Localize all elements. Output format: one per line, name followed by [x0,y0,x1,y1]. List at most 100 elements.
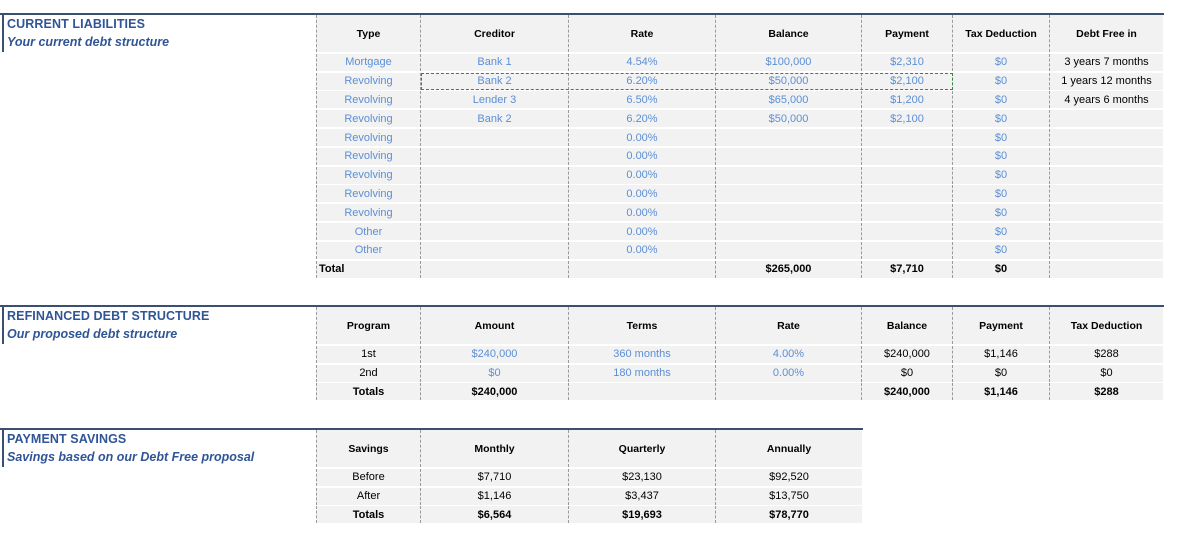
tax-deduction-cell[interactable]: $0 [953,166,1050,184]
total-tax-deduction[interactable]: $288 [1050,383,1163,401]
tax-deduction-cell[interactable]: $0 [953,72,1050,90]
total-payment[interactable]: $1,146 [953,383,1050,401]
debt-free-cell[interactable] [1050,166,1163,184]
balance-cell[interactable] [716,204,862,222]
debt-free-cell[interactable]: 4 years 6 months [1050,91,1163,109]
total-annually[interactable]: $78,770 [716,506,862,524]
type-cell[interactable]: Revolving [316,166,421,184]
balance-cell[interactable] [716,223,862,240]
payment-cell[interactable] [862,204,953,222]
type-cell[interactable]: Revolving [316,204,421,222]
rate-cell[interactable]: 4.54% [569,53,716,71]
payment-cell[interactable] [862,185,953,203]
debt-free-cell[interactable] [1050,147,1163,165]
type-cell[interactable]: Revolving [316,110,421,128]
debt-free-cell[interactable] [1050,129,1163,146]
balance-cell[interactable] [716,147,862,165]
amount-cell[interactable]: $240,000 [421,345,569,363]
balance-cell[interactable] [716,166,862,184]
totals-label[interactable]: Totals [316,383,421,401]
balance-cell[interactable]: $50,000 [716,110,862,128]
quarterly-cell[interactable]: $23,130 [569,468,716,486]
balance-cell[interactable]: $50,000 [716,72,862,90]
tax-deduction-cell[interactable]: $288 [1050,345,1163,363]
annually-cell[interactable]: $13,750 [716,487,862,505]
total-quarterly[interactable]: $19,693 [569,506,716,524]
tax-deduction-cell[interactable]: $0 [953,129,1050,146]
rate-cell[interactable]: 6.20% [569,110,716,128]
payment-cell[interactable] [862,241,953,259]
debt-free-cell[interactable] [1050,185,1163,203]
creditor-cell[interactable] [421,260,569,278]
balance-cell[interactable] [716,241,862,259]
creditor-cell[interactable] [421,241,569,259]
savings-label-cell[interactable]: Before [316,468,421,486]
creditor-cell[interactable]: Bank 2 [421,110,569,128]
creditor-cell[interactable] [421,129,569,146]
creditor-cell[interactable] [421,166,569,184]
balance-cell[interactable]: $100,000 [716,53,862,71]
tax-deduction-cell[interactable]: $0 [953,204,1050,222]
tax-deduction-cell[interactable]: $0 [1050,364,1163,382]
type-cell[interactable]: Revolving [316,185,421,203]
rate-cell[interactable]: 0.00% [569,147,716,165]
tax-deduction-cell[interactable]: $0 [953,241,1050,259]
payment-cell[interactable] [862,223,953,240]
payment-cell[interactable] [862,147,953,165]
rate-cell[interactable]: 6.20% [569,72,716,90]
rate-cell[interactable]: 0.00% [569,129,716,146]
creditor-cell[interactable]: Lender 3 [421,91,569,109]
rate-cell[interactable]: 0.00% [569,204,716,222]
debt-free-cell[interactable] [1050,204,1163,222]
tax-deduction-cell[interactable]: $0 [953,91,1050,109]
tax-deduction-cell[interactable]: $0 [953,185,1050,203]
quarterly-cell[interactable]: $3,437 [569,487,716,505]
total-balance[interactable]: $240,000 [862,383,953,401]
debt-free-cell[interactable] [1050,241,1163,259]
payment-cell[interactable]: $2,100 [862,110,953,128]
type-cell[interactable]: Revolving [316,91,421,109]
rate-cell[interactable]: 0.00% [716,364,862,382]
total-payment[interactable]: $7,710 [862,260,953,278]
program-cell[interactable]: 2nd [316,364,421,382]
payment-cell[interactable]: $0 [953,364,1050,382]
program-cell[interactable]: 1st [316,345,421,363]
rate-cell[interactable]: 0.00% [569,241,716,259]
type-cell[interactable]: Other [316,241,421,259]
total-balance[interactable]: $265,000 [716,260,862,278]
debt-free-cell[interactable]: 1 years 12 months [1050,72,1163,90]
type-cell[interactable]: Revolving [316,147,421,165]
rate-cell[interactable]: 0.00% [569,185,716,203]
balance-cell[interactable] [716,185,862,203]
rate-cell[interactable]: 0.00% [569,166,716,184]
debt-free-cell[interactable] [1050,223,1163,240]
terms-cell[interactable]: 360 months [569,345,716,363]
balance-cell[interactable]: $0 [862,364,953,382]
amount-cell[interactable]: $0 [421,364,569,382]
annually-cell[interactable]: $92,520 [716,468,862,486]
creditor-cell[interactable]: Bank 1 [421,53,569,71]
payment-cell[interactable]: $1,146 [953,345,1050,363]
type-cell[interactable]: Other [316,223,421,240]
savings-label-cell[interactable]: After [316,487,421,505]
payment-cell[interactable] [862,166,953,184]
total-monthly[interactable]: $6,564 [421,506,569,524]
balance-cell[interactable] [716,129,862,146]
creditor-cell[interactable] [421,223,569,240]
rate-cell[interactable]: 0.00% [569,223,716,240]
totals-label[interactable]: Totals [316,506,421,524]
debt-free-cell[interactable] [1050,110,1163,128]
balance-cell[interactable]: $240,000 [862,345,953,363]
payment-cell[interactable]: $2,100 [862,72,953,90]
total-amount[interactable]: $240,000 [421,383,569,401]
payment-cell[interactable]: $2,310 [862,53,953,71]
balance-cell[interactable]: $65,000 [716,91,862,109]
terms-cell[interactable]: 180 months [569,364,716,382]
total-label[interactable]: Total [316,260,421,278]
debt-free-cell[interactable] [1050,260,1163,278]
total-tax-deduction[interactable]: $0 [953,260,1050,278]
monthly-cell[interactable]: $7,710 [421,468,569,486]
terms-cell[interactable] [569,383,716,401]
creditor-cell[interactable]: Bank 2 [421,72,569,90]
rate-cell[interactable] [569,260,716,278]
